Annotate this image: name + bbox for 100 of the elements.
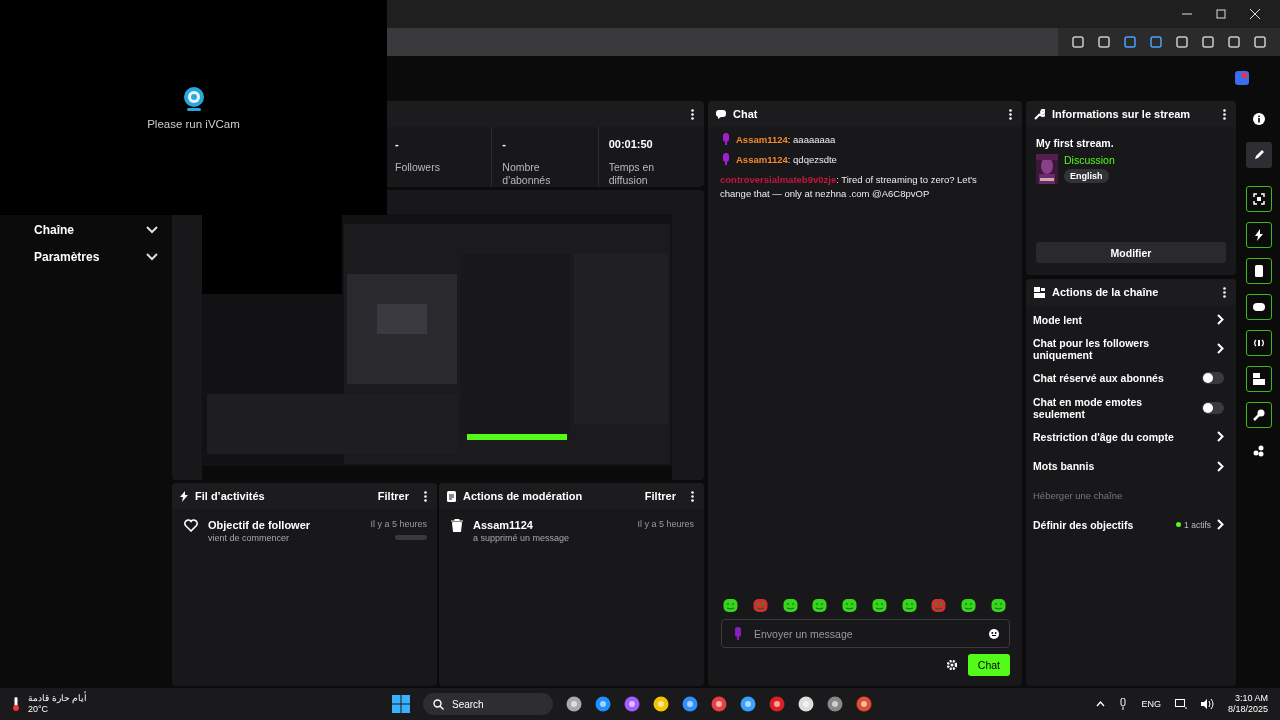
network-icon[interactable] xyxy=(1174,699,1187,709)
more-icon[interactable] xyxy=(691,490,694,502)
stream-title: My first stream. xyxy=(1036,137,1115,149)
chevron-right-icon xyxy=(1217,460,1224,472)
panel-title: Actions de la chaîne xyxy=(1052,286,1159,298)
emote-icon[interactable] xyxy=(812,598,828,613)
toolbar-icon[interactable] xyxy=(1072,36,1084,48)
category-link[interactable]: Discussion xyxy=(1064,154,1115,166)
thermometer-icon xyxy=(12,697,20,711)
emoji-icon[interactable] xyxy=(989,628,999,639)
event-title: Assam1124 xyxy=(473,519,534,531)
app-icon[interactable] xyxy=(624,696,640,712)
status-message: Please run iVCam xyxy=(147,118,240,130)
chat-message: Assam1124: aaaaaaaa xyxy=(720,133,1010,147)
more-icon[interactable] xyxy=(1223,286,1226,298)
language-indicator[interactable]: ENG xyxy=(1141,699,1161,709)
bubble-icon[interactable] xyxy=(1246,294,1272,320)
event-time: Il y a 5 heures xyxy=(637,519,694,529)
channel-action[interactable]: Restriction d'âge du compte xyxy=(1026,422,1236,452)
chevron-right-icon xyxy=(1217,314,1224,326)
toolbar-icon[interactable] xyxy=(1150,36,1162,48)
language-tag: English xyxy=(1064,169,1109,183)
chevron-right-icon xyxy=(1217,519,1224,531)
app-icon[interactable] xyxy=(595,696,611,712)
settings-icon[interactable] xyxy=(946,660,957,670)
app-icon[interactable] xyxy=(798,696,814,712)
search-icon xyxy=(433,698,444,710)
filter-button[interactable]: Filtrer xyxy=(369,490,417,502)
more-icon[interactable] xyxy=(1009,108,1012,120)
more-icon[interactable] xyxy=(1223,108,1226,120)
emote-icon[interactable] xyxy=(871,598,887,613)
emote-icon[interactable] xyxy=(990,598,1006,613)
trash-icon xyxy=(451,519,463,532)
maximize-icon[interactable] xyxy=(1216,9,1226,19)
message-field[interactable]: Envoyer un message xyxy=(752,626,979,641)
sidebar-item[interactable]: Paramètres xyxy=(0,243,172,270)
microphone-icon[interactable] xyxy=(1119,698,1128,710)
toggle-switch[interactable] xyxy=(1202,401,1224,414)
channel-action[interactable]: Chat en mode emotes seulement xyxy=(1026,392,1236,423)
app-icon[interactable] xyxy=(711,696,727,712)
stat-label: Nombre d'abonnés xyxy=(502,161,552,187)
clock[interactable]: 3:10 AM 8/18/2025 xyxy=(1227,693,1268,715)
doc-icon[interactable] xyxy=(1246,258,1272,284)
toggle-switch[interactable] xyxy=(1202,372,1224,385)
emote-icon[interactable] xyxy=(782,598,798,613)
app-icon[interactable] xyxy=(653,696,669,712)
chevron-right-icon xyxy=(1217,343,1224,355)
panel-title: Informations sur le stream xyxy=(1052,108,1191,120)
toolbar-icon[interactable] xyxy=(1098,36,1110,48)
channel-action[interactable]: Définir des objectifs 1 actifs xyxy=(1026,510,1236,540)
webcam-icon xyxy=(181,86,206,112)
filter-button[interactable]: Filtrer xyxy=(636,490,684,502)
microphone-icon xyxy=(734,627,742,640)
emote-icon[interactable] xyxy=(901,598,917,613)
more-icon[interactable] xyxy=(424,490,427,502)
channel-action[interactable]: Mode lent xyxy=(1026,305,1236,335)
app-icon[interactable] xyxy=(769,696,785,712)
edit-button[interactable]: Modifier xyxy=(1036,242,1226,263)
channel-action[interactable]: Mots bannis xyxy=(1026,451,1236,481)
emote-icon[interactable] xyxy=(961,598,977,613)
chevron-right-icon xyxy=(1217,431,1224,443)
chevron-up-icon[interactable] xyxy=(1096,701,1106,707)
toolbar-icon[interactable] xyxy=(1228,36,1240,48)
temperature: 20°C xyxy=(28,704,50,715)
sidebar-item[interactable]: Chaîne xyxy=(0,216,172,243)
stat-value: - xyxy=(395,138,400,150)
emote-icon[interactable] xyxy=(723,598,738,613)
emote-icon[interactable] xyxy=(931,598,947,613)
app-icon[interactable] xyxy=(682,696,698,712)
app-icon[interactable] xyxy=(566,696,582,712)
emote-icon[interactable] xyxy=(752,598,768,613)
speaker-icon[interactable] xyxy=(1200,699,1214,709)
more-icon[interactable] xyxy=(691,108,694,120)
chat-message: Assam1124: qdqezsdte xyxy=(720,153,1010,167)
send-button[interactable]: Chat xyxy=(967,654,1010,676)
app-icon[interactable] xyxy=(856,696,872,712)
toolbar-icon[interactable] xyxy=(1254,36,1266,48)
message-box[interactable]: Envoyer un message xyxy=(721,619,1010,648)
event-title: Objectif de follower xyxy=(208,519,312,531)
weather-text: أيام حارة قادمة xyxy=(28,693,87,704)
emote-icon[interactable] xyxy=(842,598,858,613)
pencil-icon[interactable] xyxy=(1246,142,1272,168)
panel-title: Actions de modération xyxy=(463,490,583,502)
close-icon[interactable] xyxy=(1250,9,1260,19)
focus-icon[interactable] xyxy=(1246,186,1272,212)
windows-icon[interactable] xyxy=(392,695,410,713)
app-icon[interactable] xyxy=(740,696,756,712)
stat-value: 00:01:50 xyxy=(608,138,654,150)
broadcast-icon[interactable] xyxy=(1246,330,1272,356)
bolt-icon[interactable] xyxy=(1246,222,1272,248)
app-icon[interactable] xyxy=(827,696,843,712)
chat-icon xyxy=(716,109,726,119)
channel-action[interactable]: Chat réservé aux abonnés xyxy=(1026,363,1236,393)
event-time: Il y a 5 heures xyxy=(370,519,427,529)
toolbar-icon[interactable] xyxy=(1124,36,1136,48)
panel-title: Chat xyxy=(733,108,758,120)
channel-action[interactable]: Chat pour les followers uniquement xyxy=(1026,334,1236,364)
toolbar-icon[interactable] xyxy=(1202,36,1214,48)
search-field[interactable]: Search xyxy=(423,693,553,715)
toolbar-icon[interactable] xyxy=(1176,36,1188,48)
